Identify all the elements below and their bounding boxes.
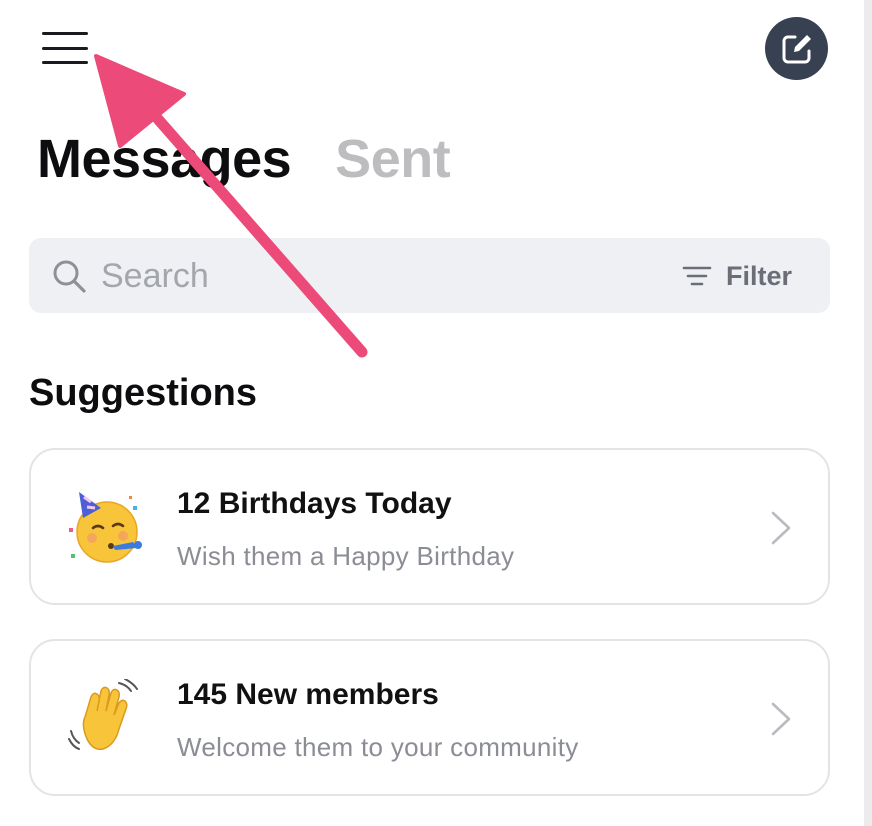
hamburger-icon (42, 32, 88, 35)
card-title: 12 Birthdays Today (177, 487, 452, 520)
suggestion-card-birthdays[interactable]: 12 Birthdays Today Wish them a Happy Bir… (29, 448, 830, 605)
filter-button[interactable]: Filter (682, 254, 792, 298)
compose-button[interactable] (765, 17, 828, 80)
tab-sent[interactable]: Sent (335, 124, 451, 194)
chevron-right-icon (771, 702, 791, 736)
card-subtitle: Wish them a Happy Birthday (177, 541, 515, 571)
scrollbar[interactable] (864, 0, 872, 826)
menu-button[interactable] (38, 28, 92, 68)
search-bar: Filter (29, 238, 830, 313)
party-face-emoji-icon (69, 492, 142, 563)
card-title: 145 New members (177, 678, 439, 711)
tab-messages[interactable]: Messages (37, 124, 292, 194)
chevron-right-icon (771, 511, 791, 545)
filter-label: Filter (725, 260, 792, 291)
waving-hand-emoji-icon (68, 679, 138, 751)
messages-screen: Messages Sent Filter Suggestions (0, 0, 872, 826)
compose-icon (782, 34, 811, 63)
filter-icon (682, 266, 712, 286)
suggestion-card-new-members[interactable]: 145 New members Welcome them to your com… (29, 639, 830, 796)
tab-bar: Messages Sent (37, 124, 451, 194)
search-input[interactable] (101, 252, 661, 300)
search-icon (53, 260, 86, 293)
card-subtitle: Welcome them to your community (177, 732, 579, 762)
suggestions-heading: Suggestions (29, 372, 258, 414)
hamburger-icon-bar (42, 61, 88, 64)
hamburger-icon-bar (42, 46, 88, 50)
